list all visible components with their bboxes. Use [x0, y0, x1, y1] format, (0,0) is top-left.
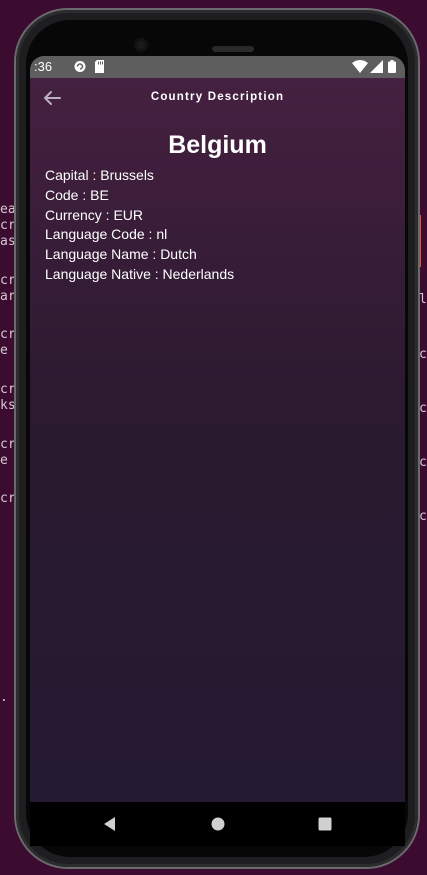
status-time: :36	[34, 59, 53, 74]
language-native-row: Language Native : Nederlands	[45, 265, 235, 282]
front-camera	[134, 38, 148, 52]
wifi-icon	[352, 60, 368, 73]
phone-screen: :36 Country Description Belgium Capital …	[30, 56, 405, 846]
terminal-text-left: ea cr as	[0, 202, 16, 249]
terminal-text-right: l	[419, 292, 427, 307]
recents-square-icon	[318, 817, 332, 831]
terminal-text-right-3: c	[419, 401, 427, 416]
language-name-row: Language Name : Dutch	[45, 246, 197, 263]
nav-back-button[interactable]	[100, 814, 120, 834]
terminal-text-right-4: c	[419, 455, 427, 470]
status-bar: :36	[30, 56, 405, 78]
back-triangle-icon	[104, 817, 115, 831]
language-code-row: Language Code : nl	[45, 226, 168, 243]
terminal-text-right-2: c	[419, 347, 427, 362]
country-description-screen: Country Description Belgium Capital : Br…	[30, 78, 405, 802]
sync-icon	[74, 60, 86, 73]
battery-icon	[388, 60, 396, 73]
home-circle-icon	[211, 817, 225, 831]
code-row: Code : BE	[45, 186, 109, 203]
earpiece-speaker	[212, 46, 254, 52]
nav-home-button[interactable]	[208, 814, 228, 834]
terminal-text-left-5: cr e	[0, 437, 16, 468]
terminal-text-left-3: cr e	[0, 327, 16, 358]
country-details-list: Capital : Brussels Code : BE Currency : …	[45, 166, 234, 285]
country-name-heading: Belgium	[168, 131, 267, 159]
terminal-text-left-4: cr ks	[0, 382, 16, 413]
nav-recents-button[interactable]	[315, 814, 335, 834]
terminal-text-left-2: cr ar	[0, 273, 16, 304]
signal-icon	[370, 60, 384, 73]
page-title: Country Description	[150, 91, 285, 103]
terminal-text-left-7: .	[0, 690, 8, 705]
capital-row: Capital : Brussels	[45, 167, 154, 183]
currency-row: Currency : EUR	[45, 206, 144, 223]
system-navigation-bar	[30, 802, 405, 846]
sd-card-icon	[94, 60, 106, 73]
app-bar: Country Description	[30, 78, 405, 118]
terminal-text-right-5: c	[419, 509, 427, 524]
